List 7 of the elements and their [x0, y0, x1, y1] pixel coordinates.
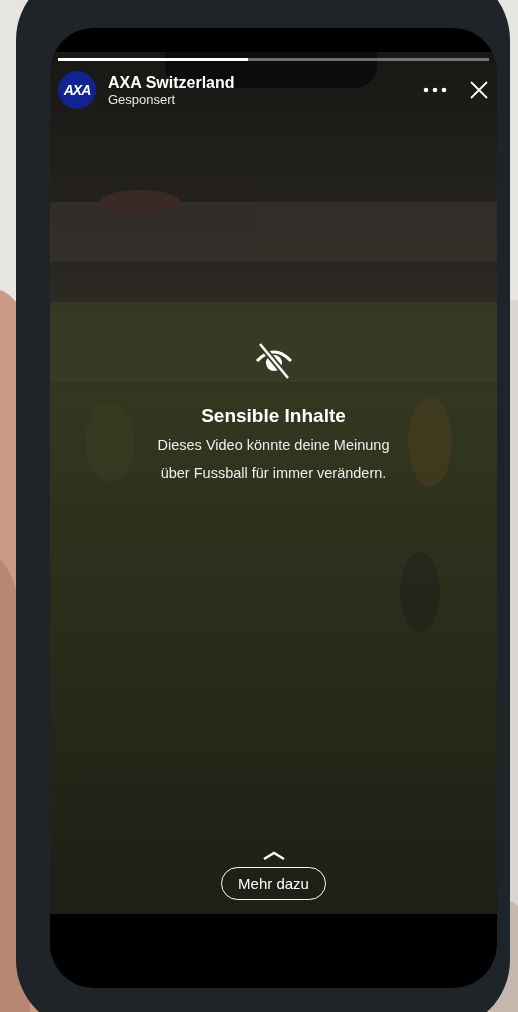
- chevron-up-icon[interactable]: [261, 851, 286, 861]
- account-name[interactable]: AXA Switzerland: [108, 73, 411, 92]
- warning-title: Sensible Inhalte: [201, 405, 346, 427]
- warning-text: Dieses Video könnte deine Meinung über Fussball für immer verändern.: [156, 436, 391, 483]
- more-icon[interactable]: [423, 87, 447, 93]
- sponsored-label: Gesponsert: [108, 91, 177, 107]
- close-icon[interactable]: [469, 80, 489, 100]
